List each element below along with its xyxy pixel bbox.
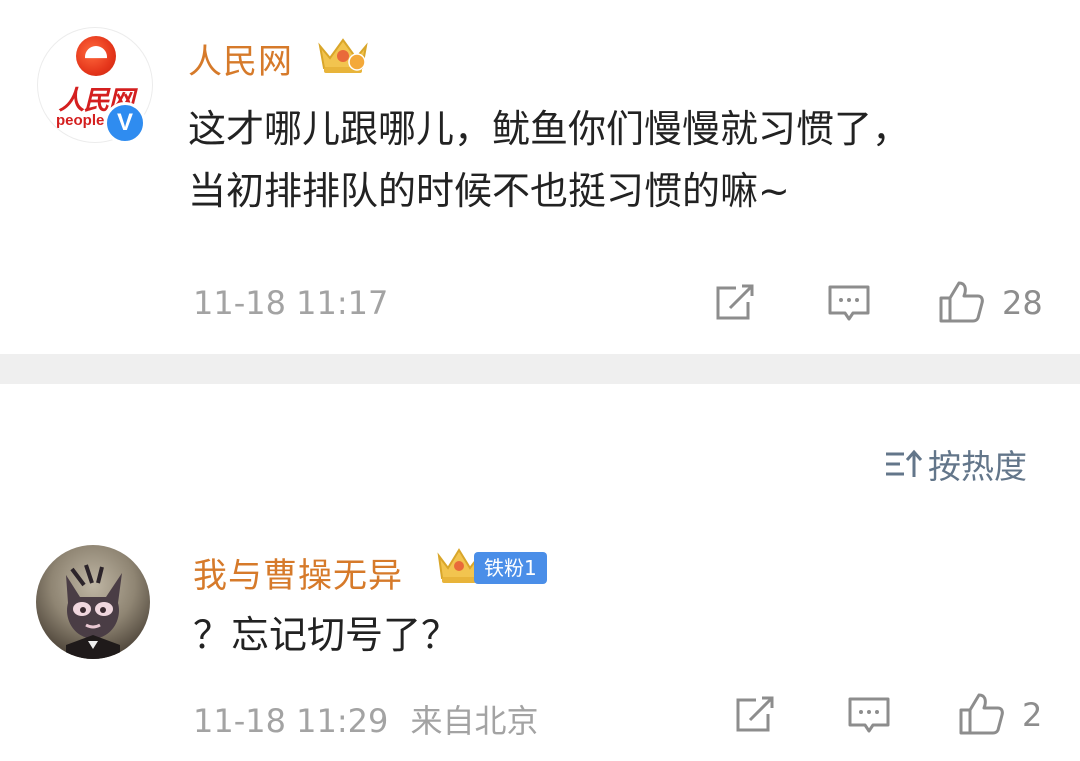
comment-content: ？忘记切号了？ (193, 613, 460, 657)
cat-avatar-image (66, 564, 122, 659)
comment-meta: 11-18 11:29 来自北京 (193, 696, 539, 742)
comment-timestamp: 11-18 11:29 (193, 702, 389, 740)
like-icon[interactable] (938, 280, 986, 324)
sort-icon (886, 449, 923, 477)
comment-location: 来自北京 (410, 702, 539, 740)
verified-badge-icon: V (104, 102, 146, 144)
crown-badge-icon (318, 38, 368, 73)
post-content-line: 这才哪儿跟哪儿，鱿鱼你们慢慢就习惯了， (188, 107, 911, 151)
like-icon[interactable] (958, 692, 1006, 736)
fan-level-badge: 铁粉1 (474, 552, 547, 584)
post-content-line: 当初排排队的时候不也挺习惯的嘛~ (188, 169, 790, 213)
post-content: 这才哪儿跟哪儿，鱿鱼你们慢慢就习惯了， 当初排排队的时候不也挺习惯的嘛~ (188, 98, 1048, 222)
comment-icon[interactable] (827, 284, 871, 324)
people-logo-icon (76, 36, 116, 76)
share-icon[interactable] (714, 284, 756, 322)
share-icon[interactable] (734, 696, 776, 734)
sort-by-hot-button[interactable]: 按热度 (884, 444, 1027, 486)
avatar-brand-text: people (56, 112, 105, 129)
section-divider (0, 354, 1080, 384)
weibo-comment-page: 人民网 people V 人民网 这才哪儿跟哪儿，鱿鱼你们慢慢就习惯了， 当初排… (0, 0, 1080, 761)
author-name[interactable]: 人民网 (188, 34, 293, 83)
post-timestamp: 11-18 11:17 (193, 284, 389, 322)
post-card: 人民网 people V 人民网 这才哪儿跟哪儿，鱿鱼你们慢慢就习惯了， 当初排… (0, 0, 1080, 354)
like-count: 28 (1002, 284, 1043, 322)
commenter-avatar[interactable] (36, 545, 150, 659)
like-count: 2 (1022, 696, 1043, 734)
commenter-name[interactable]: 我与曹操无异 (193, 548, 403, 597)
comment-icon[interactable] (847, 696, 891, 736)
sort-label: 按热度 (928, 447, 1027, 486)
